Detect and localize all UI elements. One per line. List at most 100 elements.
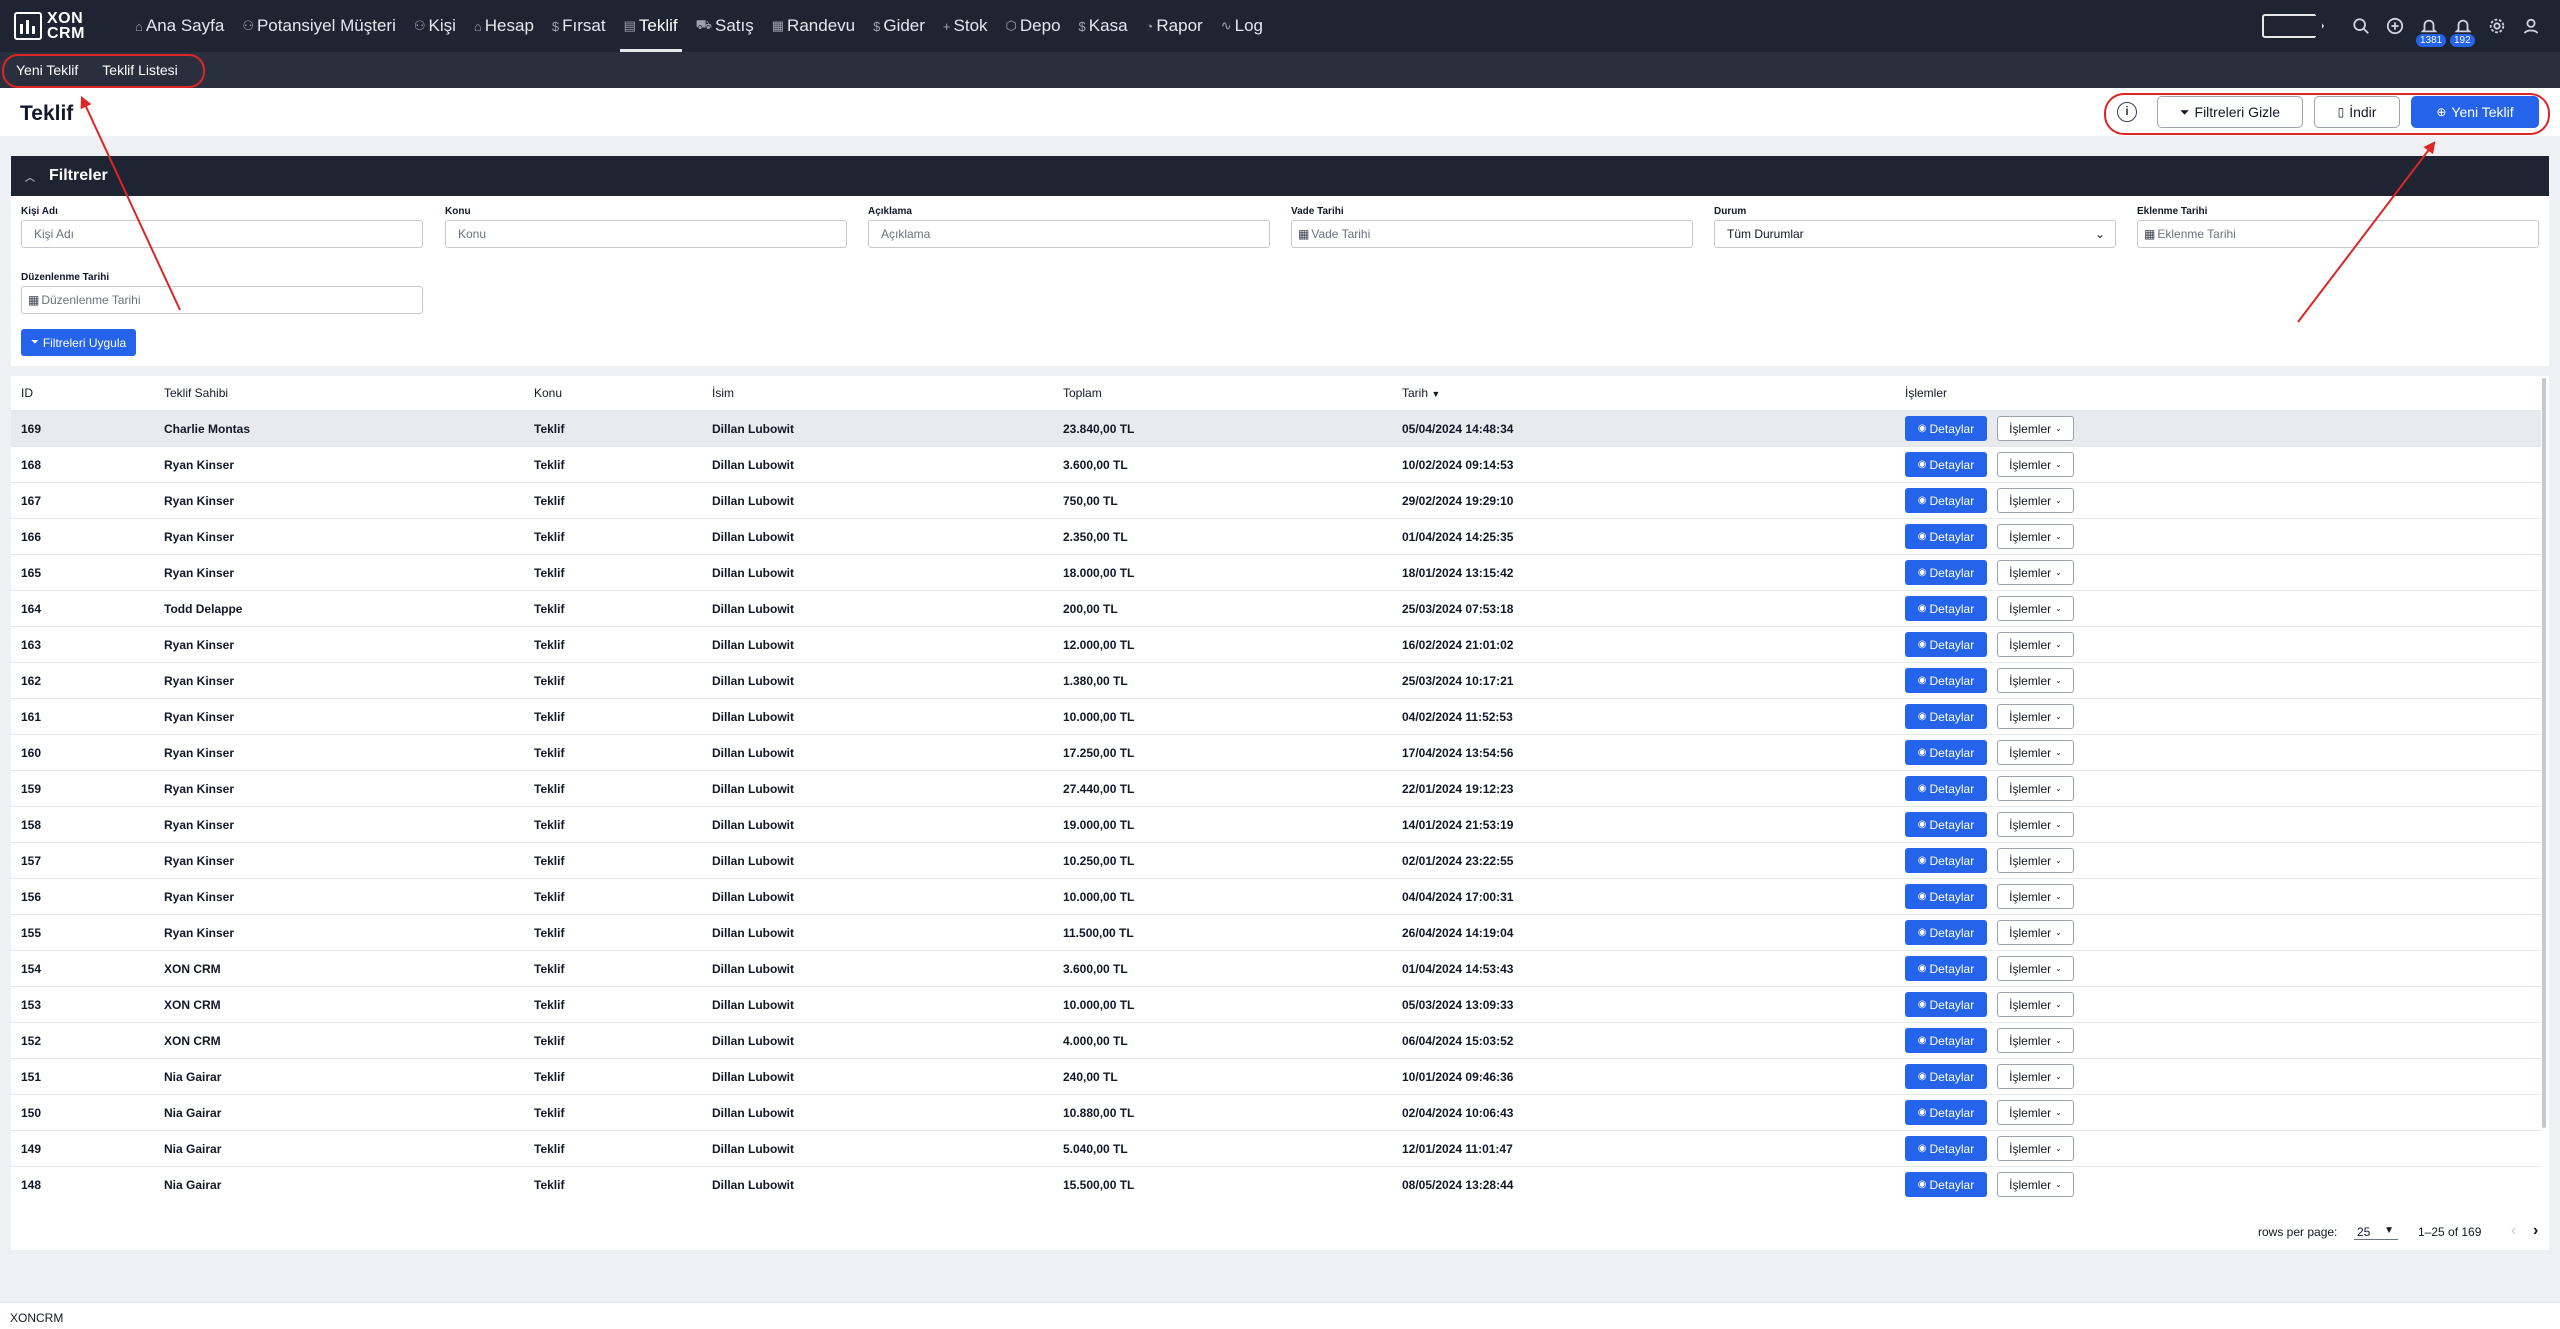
table-row[interactable]: 155 Ryan Kinser Teklif Dillan Lubowit 11.500… <box>11 914 2541 950</box>
next-page-icon[interactable]: › <box>2533 1222 2538 1240</box>
add-circle-icon[interactable] <box>2378 9 2412 43</box>
subnav-new-quote[interactable]: Yeni Teklif <box>8 62 86 78</box>
details-button[interactable]: ◉ Detaylar <box>1905 740 1987 765</box>
nav-item-1[interactable]: ⚇ Potansiyel Müşteri <box>233 0 405 52</box>
details-button[interactable]: ◉ Detaylar <box>1905 1028 1987 1053</box>
actions-dropdown[interactable]: İşlemler ⌄ <box>1997 560 2074 585</box>
nav-item-3[interactable]: ⌂ Hesap <box>465 0 543 52</box>
details-button[interactable]: ◉ Detaylar <box>1905 920 1987 945</box>
added-date-input[interactable]: ▦ Eklenme Tarihi <box>2137 220 2539 248</box>
prev-page-icon[interactable]: ‹ <box>2511 1222 2516 1240</box>
table-row[interactable]: 165 Ryan Kinser Teklif Dillan Lubowit 18.000… <box>11 554 2541 590</box>
actions-dropdown[interactable]: İşlemler ⌄ <box>1997 776 2074 801</box>
col-id[interactable]: ID <box>21 386 33 400</box>
details-button[interactable]: ◉ Detaylar <box>1905 812 1987 837</box>
actions-dropdown[interactable]: İşlemler ⌄ <box>1997 452 2074 477</box>
download-button[interactable]: ▯ İndir <box>2314 96 2400 128</box>
details-button[interactable]: ◉ Detaylar <box>1905 848 1987 873</box>
col-total[interactable]: Toplam <box>1063 386 1102 400</box>
actions-dropdown[interactable]: İşlemler ⌄ <box>1997 596 2074 621</box>
details-button[interactable]: ◉ Detaylar <box>1905 560 1987 585</box>
details-button[interactable]: ◉ Detaylar <box>1905 992 1987 1017</box>
col-name[interactable]: İsim <box>712 386 734 400</box>
filters-header[interactable]: ︿ Filtreler <box>11 156 2549 196</box>
subject-input[interactable]: Konu <box>445 220 847 248</box>
table-row[interactable]: 148 Nia Gairar Teklif Dillan Lubowit 15.500,… <box>11 1166 2541 1202</box>
table-row[interactable]: 156 Ryan Kinser Teklif Dillan Lubowit 10.000… <box>11 878 2541 914</box>
nav-item-13[interactable]: ∿ Log <box>1212 0 1272 52</box>
actions-dropdown[interactable]: İşlemler ⌄ <box>1997 416 2074 441</box>
details-button[interactable]: ◉ Detaylar <box>1905 704 1987 729</box>
hide-filters-button[interactable]: ⏷ Filtreleri Gizle <box>2157 96 2303 128</box>
details-button[interactable]: ◉ Detaylar <box>1905 524 1987 549</box>
table-row[interactable]: 152 XON CRM Teklif Dillan Lubowit 4.000,00 T… <box>11 1022 2541 1058</box>
table-row[interactable]: 159 Ryan Kinser Teklif Dillan Lubowit 27.440… <box>11 770 2541 806</box>
due-date-input[interactable]: ▦ Vade Tarihi <box>1291 220 1693 248</box>
details-button[interactable]: ◉ Detaylar <box>1905 1064 1987 1089</box>
details-button[interactable]: ◉ Detaylar <box>1905 884 1987 909</box>
table-row[interactable]: 162 Ryan Kinser Teklif Dillan Lubowit 1.380,… <box>11 662 2541 698</box>
table-row[interactable]: 161 Ryan Kinser Teklif Dillan Lubowit 10.000… <box>11 698 2541 734</box>
status-select[interactable]: Tüm Durumlar ⌄ <box>1714 220 2116 248</box>
actions-dropdown[interactable]: İşlemler ⌄ <box>1997 524 2074 549</box>
actions-dropdown[interactable]: İşlemler ⌄ <box>1997 704 2074 729</box>
table-row[interactable]: 163 Ryan Kinser Teklif Dillan Lubowit 12.000… <box>11 626 2541 662</box>
search-icon[interactable] <box>2344 9 2378 43</box>
rows-per-page-select[interactable]: 25 ▼ <box>2354 1222 2398 1240</box>
nav-item-4[interactable]: $ Fırsat <box>543 0 615 52</box>
table-row[interactable]: 169 Charlie Montas Teklif Dillan Lubowit 23.… <box>11 410 2541 446</box>
details-button[interactable]: ◉ Detaylar <box>1905 776 1987 801</box>
table-row[interactable]: 167 Ryan Kinser Teklif Dillan Lubowit 750,00… <box>11 482 2541 518</box>
actions-dropdown[interactable]: İşlemler ⌄ <box>1997 920 2074 945</box>
bell-icon[interactable]: 1381 <box>2412 9 2447 47</box>
description-input[interactable]: Açıklama <box>868 220 1270 248</box>
user-icon[interactable] <box>2514 9 2548 43</box>
app-logo[interactable]: XON CRM <box>14 11 114 42</box>
table-row[interactable]: 164 Todd Delappe Teklif Dillan Lubowit 200,0… <box>11 590 2541 626</box>
nav-item-10[interactable]: ⬡ Depo <box>997 0 1070 52</box>
table-row[interactable]: 149 Nia Gairar Teklif Dillan Lubowit 5.040,0… <box>11 1130 2541 1166</box>
table-row[interactable]: 168 Ryan Kinser Teklif Dillan Lubowit 3.600,… <box>11 446 2541 482</box>
col-date[interactable]: Tarih ▼ <box>1402 386 1440 400</box>
actions-dropdown[interactable]: İşlemler ⌄ <box>1997 884 2074 909</box>
actions-dropdown[interactable]: İşlemler ⌄ <box>1997 668 2074 693</box>
actions-dropdown[interactable]: İşlemler ⌄ <box>1997 848 2074 873</box>
actions-dropdown[interactable]: İşlemler ⌄ <box>1997 740 2074 765</box>
info-icon[interactable]: i <box>2117 102 2137 122</box>
actions-dropdown[interactable]: İşlemler ⌄ <box>1997 632 2074 657</box>
subnav-quote-list[interactable]: Teklif Listesi <box>94 62 185 78</box>
actions-dropdown[interactable]: İşlemler ⌄ <box>1997 1028 2074 1053</box>
details-button[interactable]: ◉ Detaylar <box>1905 488 1987 513</box>
details-button[interactable]: ◉ Detaylar <box>1905 1100 1987 1125</box>
table-row[interactable]: 157 Ryan Kinser Teklif Dillan Lubowit 10.250… <box>11 842 2541 878</box>
table-row[interactable]: 151 Nia Gairar Teklif Dillan Lubowit 240,00 … <box>11 1058 2541 1094</box>
details-button[interactable]: ◉ Detaylar <box>1905 452 1987 477</box>
actions-dropdown[interactable]: İşlemler ⌄ <box>1997 1136 2074 1161</box>
nav-item-8[interactable]: $ Gider <box>864 0 934 52</box>
actions-dropdown[interactable]: İşlemler ⌄ <box>1997 1172 2074 1197</box>
details-button[interactable]: ◉ Detaylar <box>1905 632 1987 657</box>
table-scrollbar[interactable] <box>2542 378 2546 1128</box>
table-row[interactable]: 166 Ryan Kinser Teklif Dillan Lubowit 2.350,… <box>11 518 2541 554</box>
nav-item-11[interactable]: $ Kasa <box>1070 0 1137 52</box>
actions-dropdown[interactable]: İşlemler ⌄ <box>1997 956 2074 981</box>
table-row[interactable]: 158 Ryan Kinser Teklif Dillan Lubowit 19.000… <box>11 806 2541 842</box>
actions-dropdown[interactable]: İşlemler ⌄ <box>1997 488 2074 513</box>
nav-item-5[interactable]: ▤ Teklif <box>615 0 687 52</box>
details-button[interactable]: ◉ Detaylar <box>1905 668 1987 693</box>
table-row[interactable]: 153 XON CRM Teklif Dillan Lubowit 10.000,00 … <box>11 986 2541 1022</box>
gear-icon[interactable] <box>2480 9 2514 43</box>
details-button[interactable]: ◉ Detaylar <box>1905 1172 1987 1197</box>
apply-filters-button[interactable]: ⏷ Filtreleri Uygula <box>21 329 136 356</box>
nav-item-7[interactable]: ▦ Randevu <box>763 0 864 52</box>
details-button[interactable]: ◉ Detaylar <box>1905 1136 1987 1161</box>
actions-dropdown[interactable]: İşlemler ⌄ <box>1997 1064 2074 1089</box>
nav-arrow-box[interactable] <box>2262 14 2324 38</box>
edited-date-input[interactable]: ▦ Düzenlenme Tarihi <box>21 286 423 314</box>
nav-item-12[interactable]: ◔ Rapor <box>1137 0 1212 52</box>
new-quote-button[interactable]: ⊕ Yeni Teklif <box>2411 96 2539 128</box>
bell-alert-icon[interactable]: 192 <box>2446 9 2480 47</box>
details-button[interactable]: ◉ Detaylar <box>1905 596 1987 621</box>
chevron-up-icon[interactable]: ︿ <box>25 169 35 184</box>
table-row[interactable]: 154 XON CRM Teklif Dillan Lubowit 3.600,00 T… <box>11 950 2541 986</box>
